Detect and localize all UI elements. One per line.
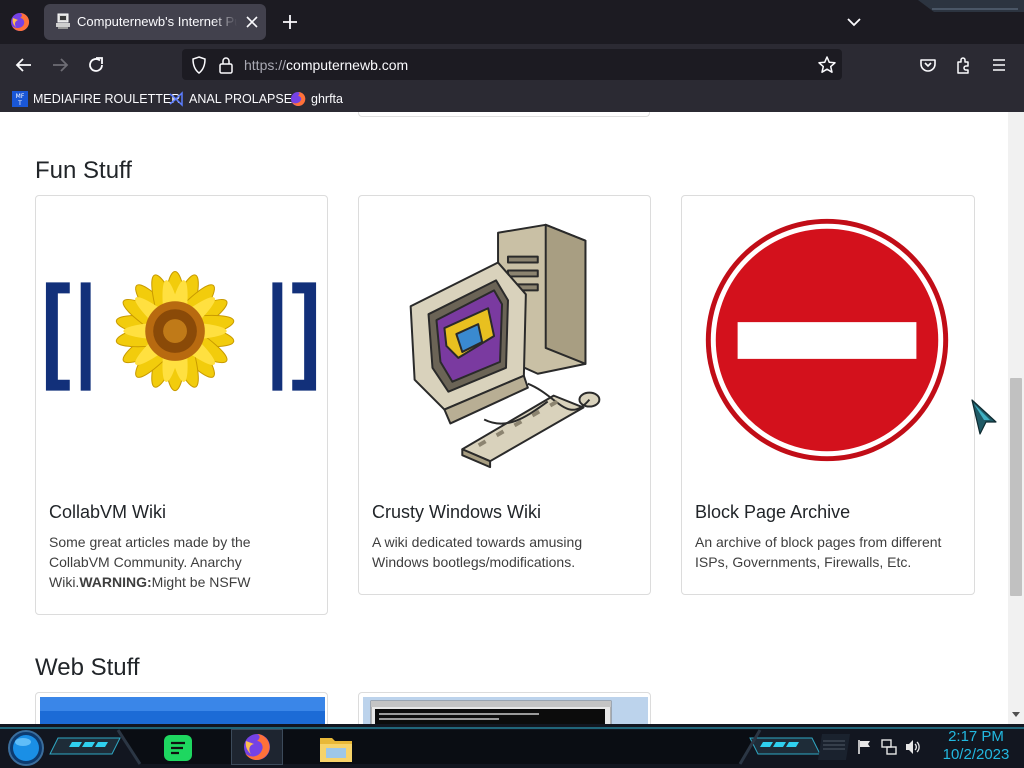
flag-icon[interactable] [856,738,874,756]
clock-date: 10/2/2023 [942,746,1010,763]
bookmark-label: ANAL PROLAPSE [189,92,293,106]
back-arrow-icon[interactable] [11,52,37,78]
taskbar-clock[interactable]: 2:17 PM 10/2/2023 [934,728,1018,764]
section-title-fun-stuff: Fun Stuff [35,157,132,184]
bookmark-star-icon[interactable] [816,54,838,76]
navigation-toolbar: https://computernewb.com [0,44,1024,86]
card-block-page-archive[interactable]: Block Page Archive An archive of block p… [681,195,975,595]
command-prompt-thumbnail [363,697,648,724]
close-tab-icon[interactable] [242,12,262,32]
firefox-icon [244,734,270,760]
scrollbar-thumb[interactable] [1010,378,1022,596]
page-content: Fun Stuff CollabVM Wiki Some great artic… [0,112,1008,724]
page-scrollbar[interactable] [1008,112,1024,724]
warning-label: WARNING: [79,574,152,590]
site-favicon-icon [56,13,70,29]
volume-icon[interactable] [904,738,922,756]
address-bar[interactable]: https://computernewb.com [182,49,842,80]
spotify-icon[interactable] [163,734,193,764]
forward-arrow-icon[interactable] [47,52,73,78]
card-collabvm-wiki[interactable]: CollabVM Wiki Some great articles made b… [35,195,328,615]
card-crusty-windows-wiki[interactable]: Crusty Windows Wiki A wiki dedicated tow… [358,195,651,595]
bookmark-label: MEDIAFIRE ROULETTER [33,92,181,106]
firefox-icon [291,91,306,106]
crusty-computer-image[interactable] [359,196,650,486]
windows-desktop-thumbnail [40,697,325,724]
tab-bar: Computernewb's Internet Pub Hub [0,0,1024,44]
svg-text:MF: MF [16,93,25,100]
shield-icon[interactable] [188,54,210,76]
card-text: Some great articles made by the CollabVM… [49,532,315,592]
bookmark-item[interactable]: MF T MEDIAFIRE ROULETTER [12,89,180,109]
tab-title: Computernewb's Internet Pub Hub [77,14,237,29]
reload-icon[interactable] [83,52,109,78]
new-tab-icon[interactable] [278,10,302,34]
bookmark-item[interactable]: ANAL PROLAPSE [168,89,292,109]
window-frame-decoration [918,0,1024,12]
mouse-cursor-icon [971,399,997,435]
clock-time: 2:17 PM [948,728,1004,745]
card-text-part: Might be NSFW [151,574,251,590]
card-web-stuff-1[interactable] [35,692,328,724]
network-icon[interactable] [880,738,898,756]
chevron-down-icon[interactable] [842,10,866,34]
no-entry-sign-image[interactable] [682,196,974,486]
sunflower-logo-image[interactable] [36,196,327,486]
url-host: computernewb.com [286,57,409,73]
file-explorer-icon[interactable] [318,732,354,764]
url-protocol: https:// [244,57,287,73]
taskbar: 2:17 PM 10/2/2023 [0,724,1024,768]
active-tab[interactable]: Computernewb's Internet Pub Hub [44,4,266,40]
visual-studio-icon [169,91,183,107]
card-text: An archive of block pages from different… [695,534,942,570]
url-text[interactable]: https://computernewb.com [244,57,408,73]
firefox-icon[interactable] [10,12,30,32]
previous-card-edge [358,112,650,117]
hamburger-menu-icon[interactable] [986,52,1012,78]
lock-icon[interactable] [216,54,236,76]
card-title[interactable]: CollabVM Wiki [49,502,166,523]
taskbar-app-firefox[interactable] [231,729,283,765]
card-web-stuff-2[interactable] [358,692,651,724]
card-text: A wiki dedicated towards amusing Windows… [372,534,583,570]
pocket-icon[interactable] [915,52,941,78]
section-title-web-stuff: Web Stuff [35,654,140,681]
card-title[interactable]: Crusty Windows Wiki [372,502,541,523]
extensions-puzzle-icon[interactable] [951,52,977,78]
start-orb-icon[interactable] [6,728,46,768]
card-title[interactable]: Block Page Archive [695,502,850,523]
svg-text:T: T [17,100,22,107]
bookmark-item[interactable]: ghrfta [290,89,343,109]
bookmark-label: ghrfta [311,92,343,106]
mediafire-icon: MF T [12,91,28,107]
bookmarks-toolbar: MF T MEDIAFIRE ROULETTER ANAL PROLAPSE g… [0,86,1024,112]
scroll-down-arrow-icon[interactable] [1012,710,1020,718]
sunflower [115,270,235,392]
